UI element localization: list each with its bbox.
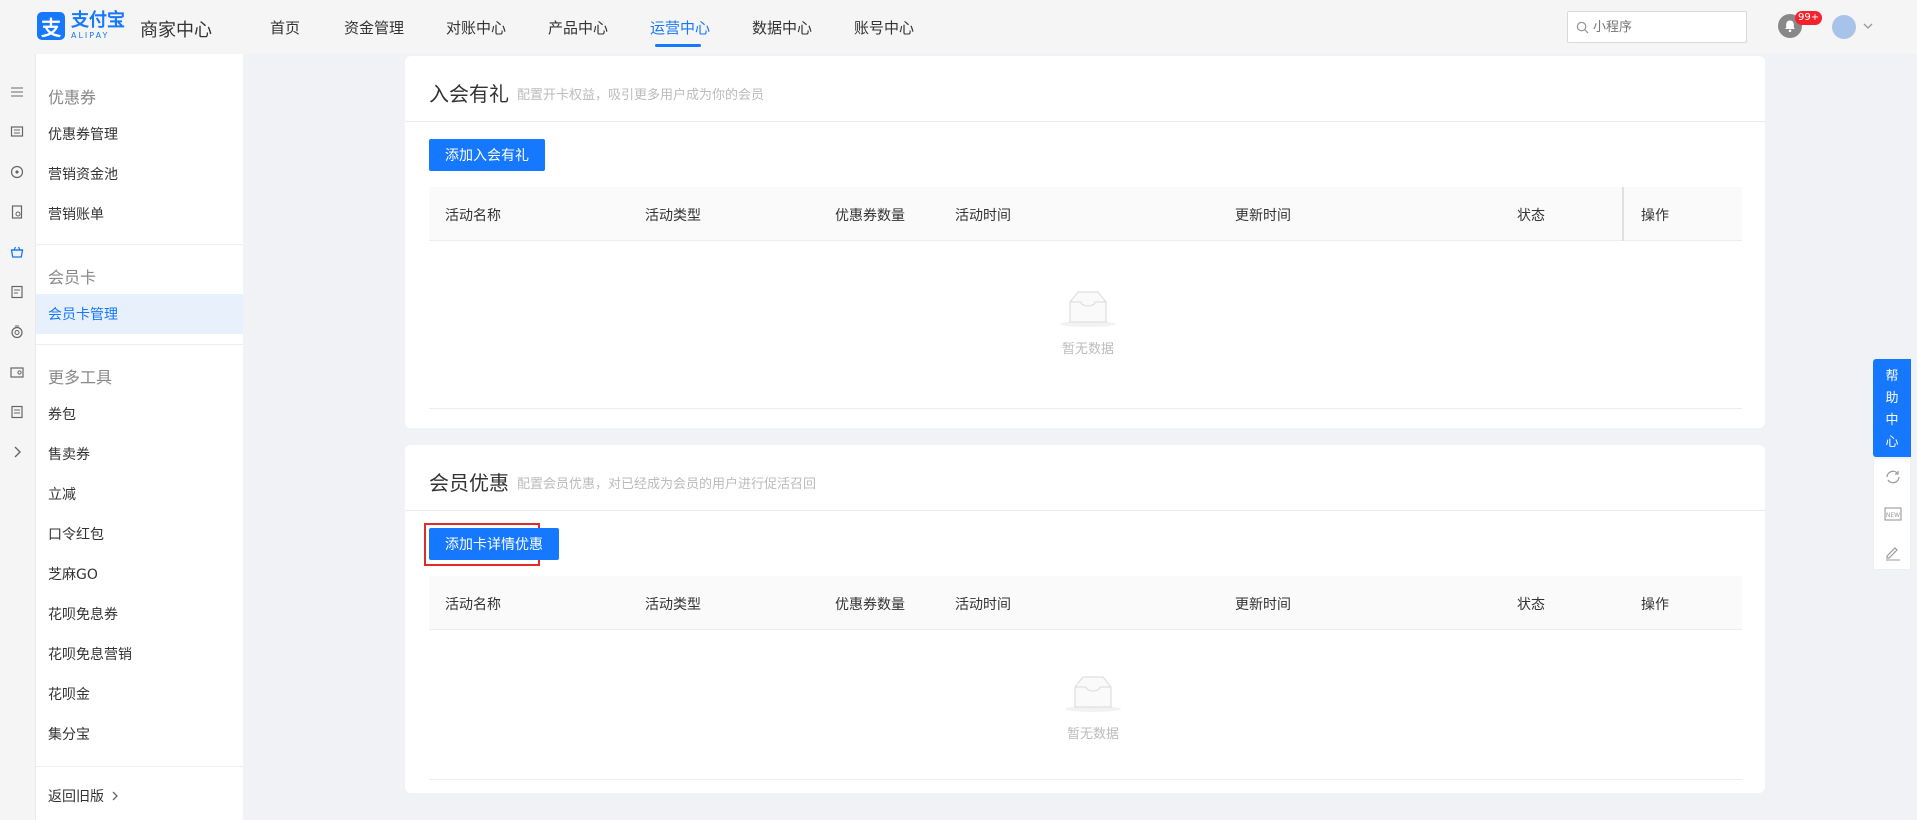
- empty-box-icon: [1065, 676, 1121, 712]
- column-activity-time: 活动时间: [955, 208, 1011, 224]
- empty-box-icon: [1060, 291, 1116, 327]
- section-description: 配置开卡权益，吸引更多用户成为你的会员: [517, 88, 765, 103]
- column-status: 状态: [1517, 208, 1545, 224]
- column-activity-type: 活动类型: [645, 597, 701, 613]
- document-icon[interactable]: [9, 204, 25, 220]
- nav-home[interactable]: 首页: [270, 17, 300, 38]
- nav-data[interactable]: 数据中心: [752, 17, 812, 38]
- sidebar-item-huabei-interest-free-coupon[interactable]: 花呗免息券: [48, 604, 118, 624]
- column-actions: 操作: [1641, 597, 1669, 613]
- member-discount-card: 会员优惠 配置会员优惠，对已经成为会员的用户进行促活召回 添加卡详情优惠 活动名…: [405, 445, 1765, 793]
- table-bottom-border: [429, 408, 1742, 409]
- search-box[interactable]: [1567, 11, 1747, 43]
- svg-text:NEW: NEW: [1886, 512, 1900, 519]
- menu-icon[interactable]: [9, 84, 25, 100]
- sidebar: 优惠券 优惠券管理 营销资金池 营销账单 会员卡 会员卡管理 更多工具 券包 售…: [36, 54, 243, 820]
- empty-text: 暂无数据: [1061, 342, 1114, 357]
- alipay-logo-icon: 支: [37, 12, 65, 40]
- sidebar-item-marketing-fund-pool[interactable]: 营销资金池: [48, 164, 118, 184]
- column-update-time: 更新时间: [1235, 208, 1291, 224]
- sidebar-item-password-red-packet[interactable]: 口令红包: [48, 524, 104, 544]
- funds-icon[interactable]: [9, 164, 25, 180]
- icon-rail: [0, 54, 36, 820]
- sidebar-item-instant-discount[interactable]: 立减: [48, 484, 76, 504]
- help-center-button[interactable]: 帮 助 中 心: [1873, 359, 1911, 457]
- sidebar-item-member-card-management[interactable]: 会员卡管理: [48, 304, 118, 324]
- section-title: 入会有礼: [429, 82, 509, 106]
- add-card-detail-discount-button[interactable]: 添加卡详情优惠: [429, 528, 559, 560]
- nav-operations[interactable]: 运营中心: [650, 17, 710, 38]
- nav-account[interactable]: 账号中心: [854, 17, 914, 38]
- chevron-right-icon[interactable]: [9, 444, 25, 460]
- sidebar-group-member-card: 会员卡: [48, 268, 97, 287]
- search-input[interactable]: [1593, 19, 1743, 35]
- sidebar-divider: [36, 244, 243, 245]
- basket-icon[interactable]: [9, 244, 25, 260]
- search-icon: [1576, 21, 1589, 34]
- sidebar-item-huabei-gold[interactable]: 花呗金: [48, 684, 90, 704]
- table-bottom-border: [429, 779, 1742, 780]
- welcome-gift-card: 入会有礼 配置开卡权益，吸引更多用户成为你的会员 添加入会有礼 活动名称 活动类…: [405, 56, 1765, 428]
- avatar[interactable]: [1832, 15, 1856, 39]
- table-header: 活动名称 活动类型 优惠券数量 活动时间 更新时间 状态 操作: [429, 576, 1742, 630]
- section-title: 会员优惠: [429, 471, 509, 495]
- nav-products[interactable]: 产品中心: [548, 17, 608, 38]
- sidebar-group-coupons: 优惠券: [48, 88, 97, 107]
- column-coupon-count: 优惠券数量: [835, 208, 905, 224]
- sidebar-item-coupon-pack[interactable]: 券包: [48, 404, 76, 424]
- refresh-icon[interactable]: [1884, 468, 1902, 486]
- back-to-old-version-label: 返回旧版: [48, 789, 104, 805]
- wallet-icon[interactable]: [9, 364, 25, 380]
- side-tools: NEW: [1873, 458, 1911, 570]
- logo-name: 支付宝: [71, 10, 125, 31]
- add-welcome-gift-button[interactable]: 添加入会有礼: [429, 139, 545, 171]
- sidebar-item-zhima-go[interactable]: 芝麻GO: [48, 564, 98, 584]
- column-status: 状态: [1517, 597, 1545, 613]
- fixed-column-separator: [1622, 187, 1624, 241]
- back-to-old-version-link[interactable]: 返回旧版: [48, 786, 120, 806]
- column-activity-name: 活动名称: [445, 597, 501, 613]
- column-activity-name: 活动名称: [445, 208, 501, 224]
- nav-reconciliation[interactable]: 对账中心: [446, 17, 506, 38]
- logo-name-en: ALIPAY: [71, 31, 110, 40]
- nav-active-indicator: [655, 44, 701, 47]
- column-activity-time: 活动时间: [955, 597, 1011, 613]
- sidebar-item-jifenbao[interactable]: 集分宝: [48, 724, 90, 744]
- target-icon[interactable]: [9, 324, 25, 340]
- notification-badge: 99+: [1795, 11, 1823, 25]
- top-bar: 支 支付宝 ALIPAY 商家中心 首页 资金管理 对账中心 产品中心 运营中心…: [0, 0, 1917, 54]
- nav-funds[interactable]: 资金管理: [344, 17, 404, 38]
- chevron-down-icon[interactable]: [1862, 20, 1874, 32]
- column-actions: 操作: [1641, 208, 1669, 224]
- column-coupon-count: 优惠券数量: [835, 597, 905, 613]
- sidebar-divider: [36, 344, 243, 345]
- empty-state: 暂无数据: [1038, 673, 1148, 742]
- section-description: 配置会员优惠，对已经成为会员的用户进行促活召回: [517, 477, 817, 492]
- column-update-time: 更新时间: [1235, 597, 1291, 613]
- report-icon[interactable]: [9, 404, 25, 420]
- new-icon[interactable]: NEW: [1884, 505, 1902, 523]
- sidebar-item-sale-coupon[interactable]: 售卖券: [48, 444, 90, 464]
- sidebar-item-huabei-interest-free-marketing[interactable]: 花呗免息营销: [48, 644, 132, 664]
- alipay-logo[interactable]: 支 支付宝 ALIPAY: [37, 12, 125, 40]
- sidebar-item-marketing-bill[interactable]: 营销账单: [48, 204, 104, 224]
- brand-title: 商家中心: [140, 20, 212, 41]
- column-activity-type: 活动类型: [645, 208, 701, 224]
- list-icon[interactable]: [9, 284, 25, 300]
- sidebar-divider: [36, 766, 243, 767]
- chevron-right-icon: [112, 791, 118, 801]
- empty-state: 暂无数据: [1033, 288, 1143, 357]
- edit-icon[interactable]: [1884, 543, 1902, 561]
- sidebar-item-coupon-management[interactable]: 优惠券管理: [48, 124, 118, 144]
- sidebar-group-more-tools: 更多工具: [48, 368, 113, 387]
- card-header: 会员优惠 配置会员优惠，对已经成为会员的用户进行促活召回: [405, 445, 1765, 511]
- table-header: 活动名称 活动类型 优惠券数量 活动时间 更新时间 状态 操作: [429, 187, 1742, 241]
- home-icon[interactable]: [9, 124, 25, 140]
- card-header: 入会有礼 配置开卡权益，吸引更多用户成为你的会员: [405, 56, 1765, 122]
- empty-text: 暂无数据: [1066, 727, 1119, 742]
